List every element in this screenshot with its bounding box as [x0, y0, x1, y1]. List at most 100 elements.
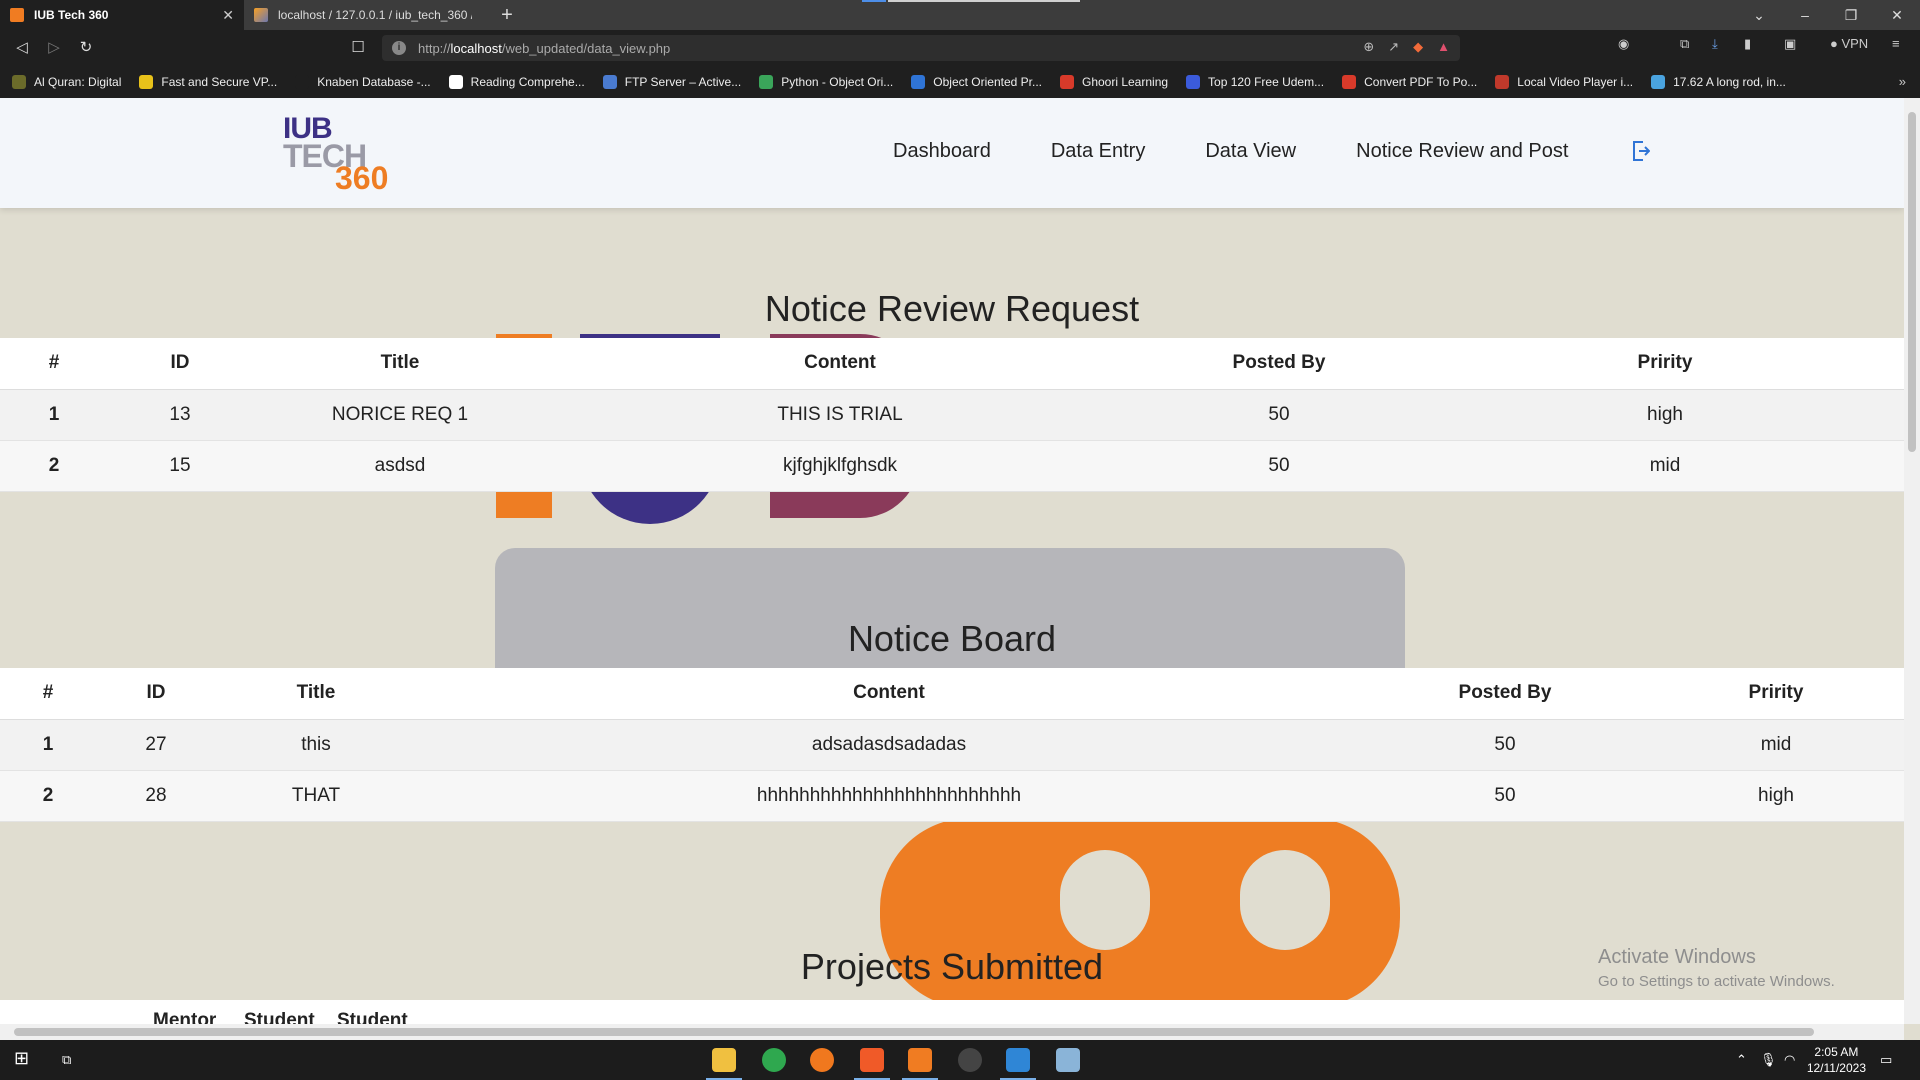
logo-360: 360: [335, 160, 389, 196]
brave-wallet-icon[interactable]: ◉: [1618, 36, 1629, 52]
column-header: Student: [244, 1010, 315, 1024]
tab-list-chevron-icon[interactable]: ⌄: [1736, 0, 1782, 30]
cell: 50: [1362, 719, 1648, 771]
notifications-icon[interactable]: ▭: [1880, 1052, 1892, 1068]
column-header: Content: [548, 338, 1132, 390]
activate-subtitle: Go to Settings to activate Windows.: [1598, 973, 1835, 990]
file-explorer-icon[interactable]: [706, 1048, 742, 1080]
menu-icon[interactable]: ≡: [1892, 36, 1900, 51]
url-host: localhost: [450, 40, 502, 56]
vpn-button[interactable]: ● VPN: [1830, 36, 1868, 51]
cell: THIS IS TRIAL: [548, 389, 1132, 441]
cell: 1: [0, 389, 108, 441]
site-info-icon[interactable]: i: [392, 41, 406, 55]
table-header-row: # ID Title Content Posted By Pririty: [0, 668, 1904, 720]
xampp-icon[interactable]: [902, 1048, 938, 1080]
windows-start-icon[interactable]: ⊞: [14, 1048, 29, 1069]
bookmarks-bar: Al Quran: Digital Fast and Secure VP... …: [0, 66, 1920, 98]
bookmark-item[interactable]: Object Oriented Pr...: [911, 75, 1042, 89]
bookmark-item[interactable]: Python - Object Ori...: [759, 75, 893, 89]
scrollbar-thumb[interactable]: [1908, 112, 1916, 452]
bookmark-icon[interactable]: ☐: [346, 36, 370, 60]
cell: 1: [0, 719, 96, 771]
column-header: #: [0, 338, 108, 390]
close-tab-icon[interactable]: ✕: [222, 7, 234, 24]
brave-icon[interactable]: [854, 1048, 890, 1080]
clock-time: 2:05 AM: [1814, 1045, 1859, 1059]
bookmark-label: Top 120 Free Udem...: [1208, 75, 1325, 89]
notepad-icon[interactable]: [1056, 1048, 1080, 1072]
firefox-icon[interactable]: [810, 1048, 834, 1072]
bookmark-item[interactable]: FTP Server – Active...: [602, 75, 741, 89]
nav-notice-review[interactable]: Notice Review and Post: [1356, 140, 1568, 163]
cell: mid: [1648, 719, 1904, 771]
address-bar[interactable]: i http:// localhost /web_updated/data_vi…: [382, 35, 1460, 61]
review-table: # ID Title Content Posted By Pririty 1 1…: [0, 338, 1904, 492]
chrome-icon[interactable]: [762, 1048, 786, 1072]
cell: THAT: [216, 770, 416, 822]
downloads-icon[interactable]: ⤓: [1712, 36, 1718, 52]
tab-phpmyadmin[interactable]: localhost / 127.0.0.1 / iub_tech_360 / u: [244, 0, 482, 30]
tab-iub-tech[interactable]: IUB Tech 360 ✕: [0, 0, 244, 30]
bookmark-favicon-icon: [602, 75, 617, 89]
bookmark-label: Object Oriented Pr...: [933, 75, 1042, 89]
bookmark-item[interactable]: Knaben Database -...: [295, 75, 431, 89]
minimize-button[interactable]: –: [1782, 0, 1828, 30]
column-header: Pririty: [1426, 338, 1904, 390]
bookmark-item[interactable]: Local Video Player i...: [1495, 75, 1633, 89]
table-row: 2 28 THAT hhhhhhhhhhhhhhhhhhhhhhhhh 50 h…: [0, 770, 1904, 822]
reload-button[interactable]: ↻: [74, 36, 98, 60]
extensions-icon[interactable]: ⧉: [1680, 36, 1689, 52]
bookmark-item[interactable]: Fast and Secure VP...: [139, 75, 277, 89]
sidebar-icon[interactable]: ▮: [1744, 36, 1751, 52]
bookmark-label: 17.62 A long rod, in...: [1673, 75, 1786, 89]
site-logo[interactable]: IUB TECH 360: [283, 112, 413, 196]
wallet-icon[interactable]: ▣: [1784, 36, 1796, 52]
column-header: Mentor: [153, 1010, 217, 1024]
bookmarks-overflow-button[interactable]: »: [1899, 74, 1906, 89]
horizontal-scrollbar[interactable]: [0, 1024, 1904, 1040]
task-view-icon[interactable]: ⧉: [62, 1052, 71, 1068]
bookmark-item[interactable]: Al Quran: Digital: [12, 75, 121, 89]
system-clock[interactable]: 2:05 AM 12/11/2023: [1807, 1044, 1866, 1076]
cell: high: [1648, 770, 1904, 822]
restore-button[interactable]: ❐: [1828, 0, 1874, 30]
table-row: 2 15 asdsd kjfghjklfghsdk 50 mid: [0, 440, 1904, 492]
obs-icon[interactable]: [958, 1048, 982, 1072]
column-header: Title: [216, 668, 416, 720]
share-icon[interactable]: ↗: [1388, 39, 1399, 55]
cell: 28: [96, 770, 216, 822]
vscode-icon[interactable]: [1000, 1048, 1036, 1080]
bookmark-label: Reading Comprehe...: [470, 75, 585, 89]
vertical-scrollbar[interactable]: [1904, 98, 1920, 1024]
back-button[interactable]: ◁: [10, 36, 34, 60]
microphone-icon[interactable]: 🎙: [1760, 1052, 1777, 1068]
forward-button[interactable]: ▷: [42, 36, 66, 60]
window-close-button[interactable]: ✕: [1874, 0, 1920, 30]
bookmark-favicon-icon: [911, 75, 926, 89]
zoom-icon[interactable]: ⊕: [1363, 39, 1374, 55]
bookmark-item[interactable]: Convert PDF To Po...: [1342, 75, 1477, 89]
cell: 2: [0, 770, 96, 822]
column-header: Content: [416, 668, 1362, 720]
nav-dashboard[interactable]: Dashboard: [893, 140, 991, 163]
scrollbar-thumb[interactable]: [14, 1028, 1814, 1036]
wifi-icon[interactable]: ◠: [1784, 1052, 1795, 1068]
new-tab-button[interactable]: +: [496, 4, 518, 27]
board-table: # ID Title Content Posted By Pririty 1 2…: [0, 668, 1904, 822]
bookmark-item[interactable]: Ghoori Learning: [1059, 75, 1168, 89]
nav-data-view[interactable]: Data View: [1205, 140, 1296, 163]
brave-rewards-icon[interactable]: ▲: [1437, 39, 1450, 55]
bookmark-item[interactable]: Reading Comprehe...: [448, 75, 585, 89]
bookmark-favicon-icon: [1342, 75, 1357, 89]
logout-icon[interactable]: [1632, 140, 1650, 162]
tab-title: IUB Tech 360: [34, 8, 109, 22]
brave-shields-icon[interactable]: ◆: [1413, 39, 1423, 55]
bookmark-item[interactable]: 17.62 A long rod, in...: [1651, 75, 1786, 89]
tray-chevron-icon[interactable]: ⌃: [1736, 1052, 1747, 1068]
loading-indicator: [862, 0, 886, 2]
nav-data-entry[interactable]: Data Entry: [1051, 140, 1145, 163]
bookmark-item[interactable]: Top 120 Free Udem...: [1186, 75, 1324, 89]
board-section-title: Notice Board: [847, 618, 1057, 659]
cell: 2: [0, 440, 108, 492]
